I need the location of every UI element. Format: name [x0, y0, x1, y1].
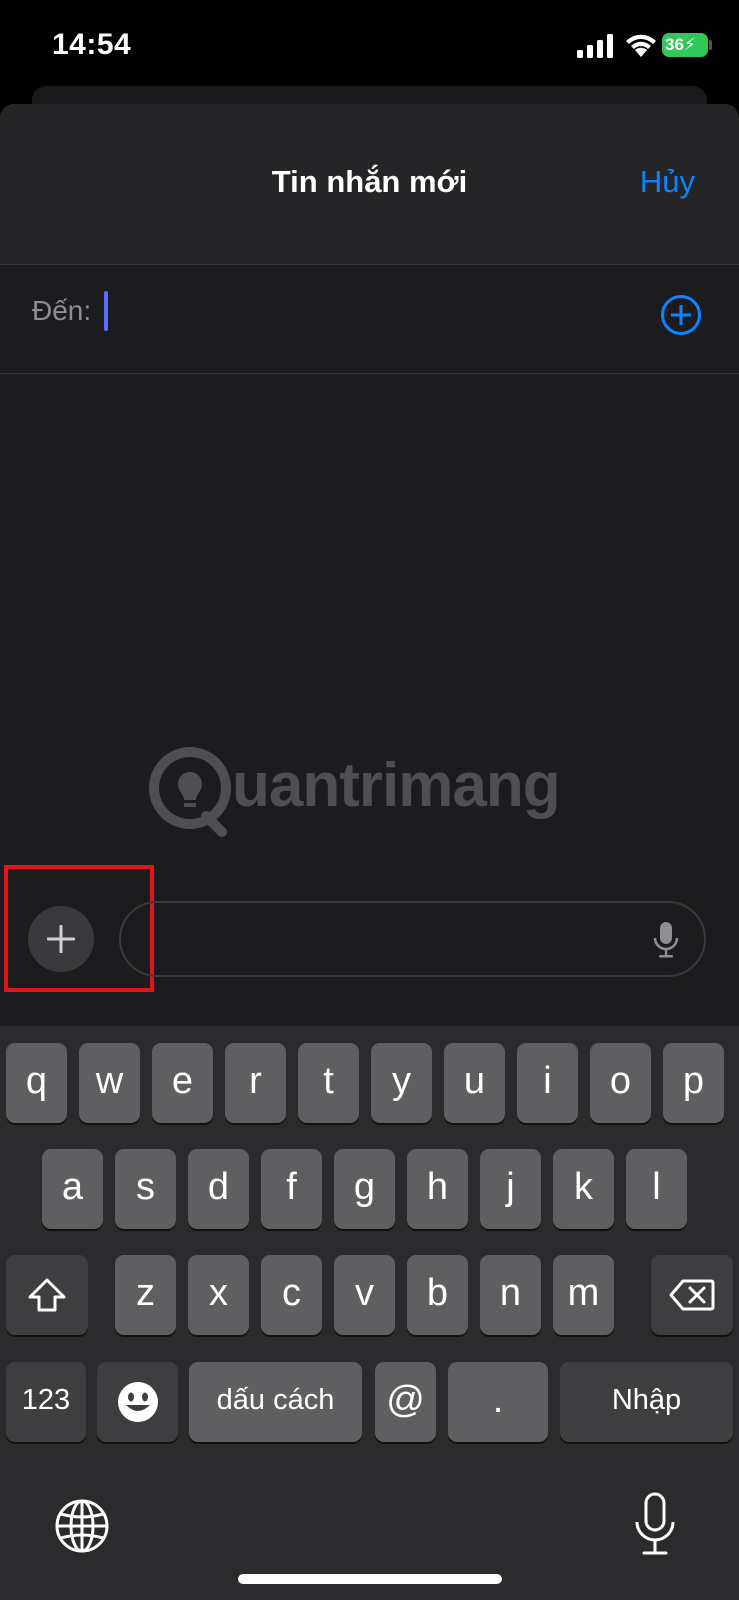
- key-e[interactable]: e: [152, 1043, 213, 1123]
- emoji-key[interactable]: [97, 1362, 178, 1442]
- key-z[interactable]: z: [115, 1255, 176, 1335]
- key-h[interactable]: h: [407, 1149, 468, 1229]
- key-p[interactable]: p: [663, 1043, 724, 1123]
- key-c[interactable]: c: [261, 1255, 322, 1335]
- key-y[interactable]: y: [371, 1043, 432, 1123]
- key-period[interactable]: .: [448, 1362, 548, 1442]
- numbers-key[interactable]: 123: [6, 1362, 86, 1442]
- key-f[interactable]: f: [261, 1149, 322, 1229]
- key-a[interactable]: a: [42, 1149, 103, 1229]
- watermark-logo: uantrimang: [148, 740, 588, 850]
- cancel-button[interactable]: Hủy: [640, 164, 695, 200]
- add-contact-icon[interactable]: [661, 295, 701, 335]
- key-l[interactable]: l: [626, 1149, 687, 1229]
- shift-icon: [28, 1278, 66, 1312]
- key-g[interactable]: g: [334, 1149, 395, 1229]
- wifi-icon: [626, 34, 656, 57]
- shift-key[interactable]: [6, 1255, 88, 1335]
- cellular-signal-icon: [577, 34, 613, 58]
- battery-cap: [709, 40, 712, 50]
- key-k[interactable]: k: [553, 1149, 614, 1229]
- key-d[interactable]: d: [188, 1149, 249, 1229]
- key-q[interactable]: q: [6, 1043, 67, 1123]
- key-w[interactable]: w: [79, 1043, 140, 1123]
- watermark-text: uantrimang: [232, 751, 561, 820]
- microphone-icon[interactable]: [652, 921, 680, 959]
- key-s[interactable]: s: [115, 1149, 176, 1229]
- key-v[interactable]: v: [334, 1255, 395, 1335]
- key-j[interactable]: j: [480, 1149, 541, 1229]
- status-bar: 14:54 36⚡: [0, 0, 739, 90]
- key-m[interactable]: m: [553, 1255, 614, 1335]
- key-t[interactable]: t: [298, 1043, 359, 1123]
- lightbulb-logo-icon: [149, 747, 231, 837]
- key-u[interactable]: u: [444, 1043, 505, 1123]
- emoji-icon: [117, 1381, 158, 1422]
- home-indicator[interactable]: [238, 1574, 502, 1584]
- key-x[interactable]: x: [188, 1255, 249, 1335]
- delete-key[interactable]: [651, 1255, 733, 1335]
- keyboard: q w e r t y u i o p a s d f g h j k l z …: [0, 1026, 739, 1600]
- charging-icon: ⚡: [683, 35, 696, 54]
- key-r[interactable]: r: [225, 1043, 286, 1123]
- battery-indicator: 36⚡: [662, 33, 708, 57]
- dictation-microphone-icon[interactable]: [632, 1492, 678, 1558]
- navigation-bar: Tin nhắn mới Hủy: [0, 104, 739, 265]
- page-title: Tin nhắn mới: [271, 164, 468, 199]
- recipient-label: Đến:: [32, 295, 92, 326]
- return-key[interactable]: Nhập: [560, 1362, 733, 1442]
- key-i[interactable]: i: [517, 1043, 578, 1123]
- key-o[interactable]: o: [590, 1043, 651, 1123]
- key-b[interactable]: b: [407, 1255, 468, 1335]
- status-time: 14:54: [52, 28, 132, 61]
- battery-level: 36: [665, 35, 684, 54]
- globe-icon[interactable]: [54, 1498, 110, 1554]
- key-at[interactable]: @: [375, 1362, 436, 1442]
- recipient-row[interactable]: Đến:: [0, 265, 739, 374]
- message-input[interactable]: [119, 901, 706, 977]
- space-key[interactable]: dấu cách: [189, 1362, 362, 1442]
- backspace-icon: [669, 1279, 715, 1311]
- key-n[interactable]: n: [480, 1255, 541, 1335]
- text-caret: [104, 291, 108, 331]
